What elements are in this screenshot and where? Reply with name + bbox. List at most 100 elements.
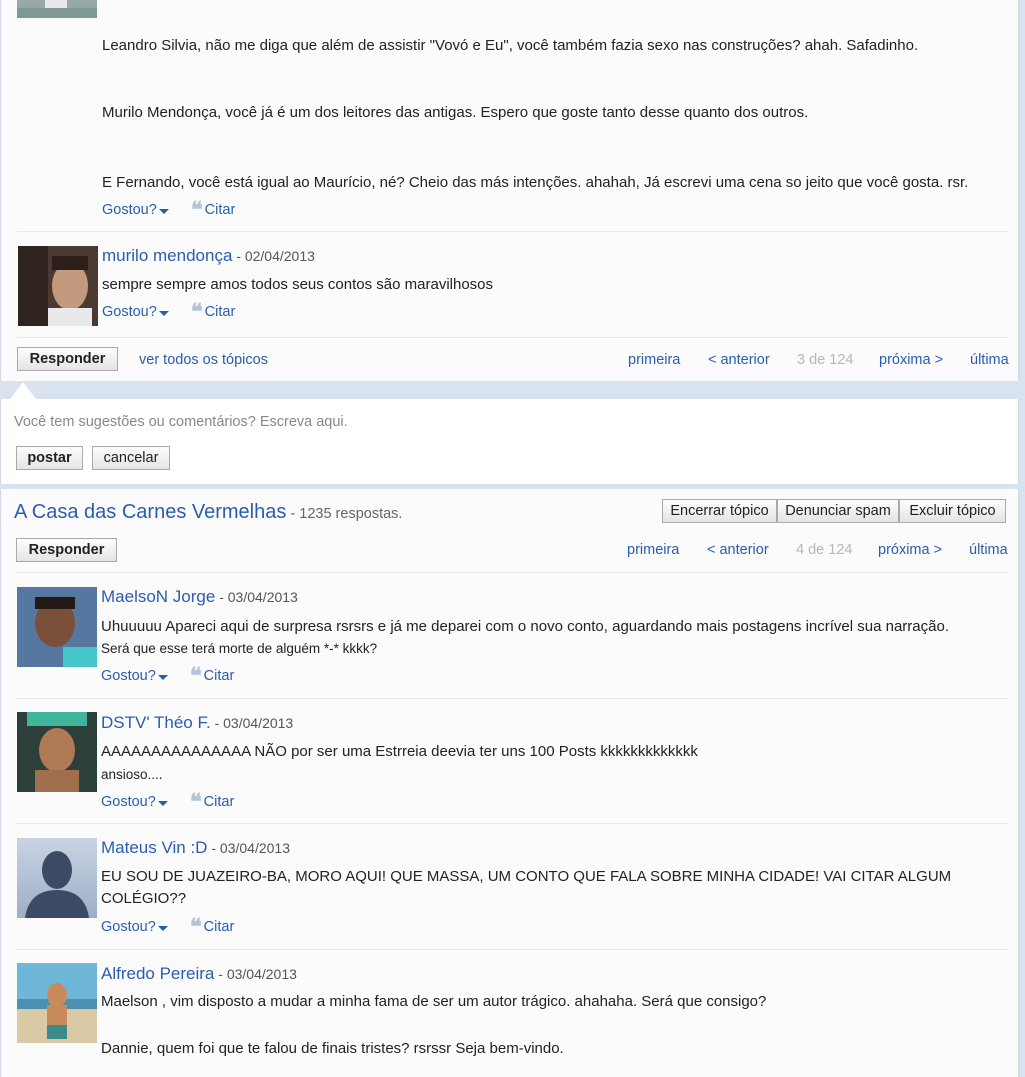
post-text: ansioso.... [101,767,163,782]
post-text: COLÉGIO?? [101,890,187,907]
post-date: - 03/04/2013 [215,589,298,605]
post-actions: Gostou? ❝ Citar [102,197,236,223]
post-text: sempre sempre amos todos seus contos são… [102,276,494,293]
post-actions: Gostou? ❝ Citar [101,663,235,689]
divider [16,823,1008,824]
quote-icon: ❝ [190,197,203,223]
divider [17,231,1009,232]
quote-icon: ❝ [189,914,202,940]
topic-panel [0,489,1019,1077]
like-label: Gostou? [102,202,157,218]
post-actions: Gostou? ❝ Citar [102,299,236,325]
author-link[interactable]: MaelsoN Jorge [101,587,215,606]
like-dropdown[interactable]: Gostou? [101,668,168,684]
quote-link[interactable]: ❝ Citar [190,299,236,325]
divider [16,949,1008,950]
quote-icon: ❝ [189,663,202,689]
comment-box-pointer [10,382,36,399]
topic-header: A Casa das Carnes Vermelhas - 1235 respo… [14,501,402,524]
quote-label: Citar [203,919,235,935]
all-topics-link[interactable]: ver todos os tópicos [139,352,268,368]
divider [16,698,1008,699]
post-text: AAAAAAAAAAAAAAA NÃO por ser uma Estrreia… [101,743,698,760]
reply-button[interactable]: Responder [16,538,117,562]
quote-label: Citar [204,304,236,320]
quote-label: Citar [203,668,235,684]
post-header: murilo mendonça - 02/04/2013 [102,246,315,266]
post-button[interactable]: postar [16,446,83,470]
pager-next[interactable]: próxima > [878,542,942,558]
pager-first[interactable]: primeira [627,542,679,558]
topic-title[interactable]: A Casa das Carnes Vermelhas [14,501,286,523]
post-actions: Gostou? ❝ Citar [101,914,235,940]
post-actions: Gostou? ❝ Citar [101,789,235,815]
avatar[interactable] [18,246,98,326]
author-link[interactable]: Mateus Vin :D [101,838,207,857]
post-date: - 03/04/2013 [210,715,294,731]
reply-button[interactable]: Responder [17,347,118,371]
post-text: Dannie, quem foi que te falou de finais … [101,1040,564,1057]
like-dropdown[interactable]: Gostou? [101,919,168,935]
chevron-down-icon [157,925,168,931]
avatar[interactable] [17,963,97,1043]
pager-prev[interactable]: < anterior [708,352,770,368]
quote-link[interactable]: ❝ Citar [189,789,235,815]
report-spam-button[interactable]: Denunciar spam [777,499,899,523]
avatar-image [17,0,97,18]
post-date: - 02/04/2013 [232,248,315,264]
chevron-down-icon [158,310,169,316]
like-label: Gostou? [101,919,156,935]
close-topic-button[interactable]: Encerrar tópico [662,499,777,523]
quote-icon: ❝ [189,789,202,815]
like-dropdown[interactable]: Gostou? [102,304,169,320]
chevron-down-icon [158,208,169,214]
quote-link[interactable]: ❝ Citar [189,663,235,689]
reply-count: - 1235 respostas. [286,506,403,522]
quote-link[interactable]: ❝ Citar [189,914,235,940]
avatar-image [17,712,97,792]
like-label: Gostou? [101,794,156,810]
post-date: - 03/04/2013 [207,840,290,856]
quote-link[interactable]: ❝ Citar [190,197,236,223]
avatar[interactable] [17,0,97,18]
post-date: - 03/04/2013 [214,966,297,982]
avatar-image [17,963,97,1043]
author-link[interactable]: murilo mendonça [102,246,232,265]
pager-status: 3 de 124 [797,352,854,368]
comment-input[interactable]: Você tem sugestões ou comentários? Escre… [14,414,348,430]
cancel-button[interactable]: cancelar [92,446,170,470]
post-header: DSTV' Théo F. - 03/04/2013 [101,713,293,733]
quote-label: Citar [204,202,236,218]
like-dropdown[interactable]: Gostou? [101,794,168,810]
divider [17,337,1009,338]
pager-prev[interactable]: < anterior [707,542,769,558]
pager-first[interactable]: primeira [628,352,680,368]
quote-icon: ❝ [190,299,203,325]
delete-topic-button[interactable]: Excluir tópico [899,499,1006,523]
pager-last[interactable]: última [970,352,1009,368]
comment-box [0,399,1019,484]
avatar[interactable] [17,712,97,792]
avatar[interactable] [17,587,97,667]
post-header: Mateus Vin :D - 03/04/2013 [101,838,290,858]
post-text: Será que esse terá morte de alguém *-* k… [101,641,378,656]
post-header: MaelsoN Jorge - 03/04/2013 [101,587,298,607]
all-topics-label: ver todos os tópicos [139,352,268,368]
avatar[interactable] [17,838,97,918]
like-dropdown[interactable]: Gostou? [102,202,169,218]
post-paragraph: Leandro Silvia, não me diga que além de … [102,37,919,54]
like-label: Gostou? [101,668,156,684]
post-paragraph: Murilo Mendonça, você já é um dos leitor… [102,104,809,121]
pager-last[interactable]: última [969,542,1008,558]
like-label: Gostou? [102,304,157,320]
author-link[interactable]: Alfredo Pereira [101,964,214,983]
avatar-image [18,246,98,326]
post-paragraph: E Fernando, você está igual ao Maurício,… [102,174,969,191]
post-text: Uhuuuuu Apareci aqui de surpresa rsrsrs … [101,618,949,635]
quote-label: Citar [203,794,235,810]
pager-next[interactable]: próxima > [879,352,943,368]
author-link[interactable]: DSTV' Théo F. [101,713,211,732]
avatar-image [17,587,97,667]
pager-status: 4 de 124 [796,542,853,558]
default-avatar-icon [17,838,97,918]
